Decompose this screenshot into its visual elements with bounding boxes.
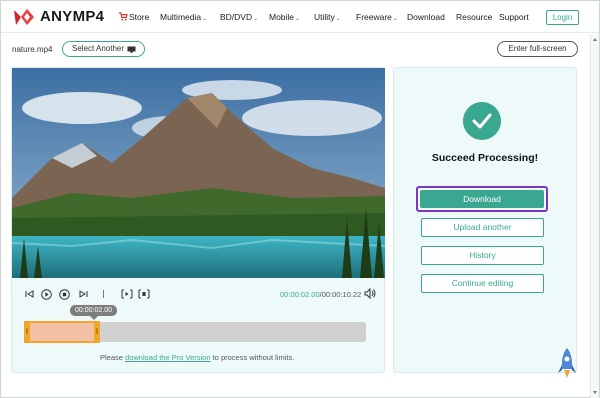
set-end-icon[interactable] [138,289,150,299]
upload-another-button[interactable]: Upload another [421,218,544,237]
nav-multimedia[interactable]: Multimedia⌄ [160,12,207,22]
scroll-down-icon[interactable] [593,391,597,394]
download-button[interactable]: Download [420,190,544,208]
chevron-down-icon: ⌄ [335,16,341,22]
current-time: 00:00:02.00 [280,290,320,299]
monitor-icon [127,46,136,53]
history-button[interactable]: History [421,246,544,265]
stop-icon[interactable] [59,289,70,300]
nav-mobile[interactable]: Mobile⌄ [269,12,300,22]
nav-freeware[interactable]: Freeware⌄ [356,12,398,22]
pro-version-link[interactable]: download the Pro Version [125,353,210,362]
skip-forward-icon[interactable] [79,289,89,299]
timeline-selection[interactable] [24,321,100,343]
nav-support[interactable]: Support [499,12,529,22]
login-button[interactable]: Login [546,10,579,25]
fullscreen-button[interactable]: Enter full-screen [497,41,578,57]
skip-back-icon[interactable] [24,289,34,299]
nav-store[interactable]: Store [129,12,149,22]
pro-version-note: Please download the Pro Version to proce… [100,353,295,362]
nav-resource[interactable]: Resource [456,12,492,22]
chevron-down-icon: ⌄ [392,16,398,22]
total-time: /00:00:10.22 [319,290,362,299]
video-preview[interactable] [12,68,385,278]
start-handle[interactable] [24,321,30,343]
success-check-icon [463,102,501,140]
select-another-label: Select Another [72,44,125,53]
scroll-up-icon[interactable] [593,38,597,41]
chevron-down-icon: ⌄ [253,16,259,22]
divider [103,290,104,298]
chevron-down-icon: ⌄ [295,16,301,22]
status-message: Succeed Processing! [431,152,539,164]
download-highlight: Download [416,186,548,212]
timecode: 00:00:02.00/00:00:10.22 [280,290,361,299]
select-another-button[interactable]: Select Another [62,41,145,57]
nav-bd-dvd[interactable]: BD/DVD⌄ [220,12,258,22]
anymp4-logo-icon[interactable] [13,7,35,27]
continue-editing-button[interactable]: Continue editing [421,274,544,293]
play-icon[interactable] [41,289,52,300]
rocket-icon[interactable] [556,347,578,383]
site-header: ANYMP4 Store Multimedia⌄ BD/DVD⌄ Mobile⌄… [1,1,599,33]
nav-download[interactable]: Download [407,12,445,22]
scrollbar[interactable] [590,34,599,398]
volume-icon[interactable] [364,288,376,299]
brand-name[interactable]: ANYMP4 [40,8,104,25]
set-start-icon[interactable] [121,289,133,299]
end-handle[interactable] [94,321,100,343]
nav-utility[interactable]: Utility⌄ [314,12,341,22]
cart-icon [119,12,128,21]
time-tooltip: 00:00:02.00 [70,305,117,320]
file-name: nature.mp4 [12,45,53,54]
chevron-down-icon: ⌄ [202,16,208,22]
